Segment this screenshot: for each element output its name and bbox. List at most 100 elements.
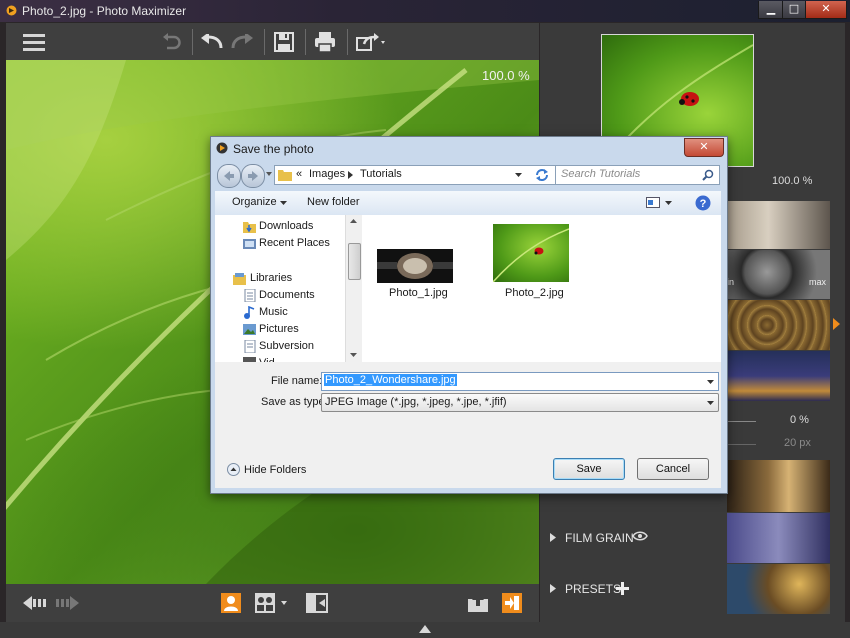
search-icon[interactable] bbox=[702, 169, 714, 181]
tool-thumbnail-camera[interactable] bbox=[727, 513, 830, 563]
redo-icon[interactable] bbox=[228, 23, 256, 60]
recent-locations-icon[interactable] bbox=[266, 172, 272, 176]
breadcrumb-separator-icon[interactable] bbox=[348, 171, 353, 179]
close-button[interactable]: ✕ bbox=[805, 1, 847, 19]
tool-thumbnail-hands[interactable] bbox=[727, 201, 830, 249]
import-icon[interactable] bbox=[465, 584, 491, 621]
file-name-photo-2[interactable]: Photo_2.jpg bbox=[505, 287, 564, 299]
nav-scrollbar[interactable] bbox=[345, 215, 362, 362]
menu-icon[interactable] bbox=[20, 23, 48, 60]
toolbar-separator bbox=[347, 29, 348, 55]
window-title: Photo_2.jpg - Photo Maximizer bbox=[22, 4, 187, 18]
status-strip bbox=[0, 622, 850, 638]
reset-icon[interactable] bbox=[157, 23, 185, 60]
music-icon bbox=[244, 306, 255, 319]
share-icon[interactable] bbox=[353, 23, 389, 60]
radius-slider[interactable] bbox=[728, 444, 756, 445]
nav-item-downloads[interactable]: Downloads bbox=[259, 220, 313, 232]
export-icon[interactable] bbox=[499, 584, 525, 621]
print-icon[interactable] bbox=[311, 23, 339, 60]
save-button[interactable]: Save bbox=[553, 458, 625, 480]
navigator-zoom: 100.0 % bbox=[772, 175, 813, 187]
tool-thumbnail-city[interactable] bbox=[727, 351, 830, 401]
toolbar-separator bbox=[192, 29, 193, 55]
file-thumbnail-photo-2[interactable] bbox=[493, 224, 569, 282]
nav-item-libraries[interactable]: Libraries bbox=[250, 272, 292, 284]
organize-button[interactable]: Organize bbox=[232, 196, 277, 208]
slider-max-label: max bbox=[809, 277, 827, 287]
breadcrumb-tutorials[interactable]: Tutorials bbox=[360, 168, 402, 180]
search-placeholder: Search Tutorials bbox=[561, 168, 641, 180]
breadcrumb-images[interactable]: Images bbox=[309, 168, 345, 180]
amount-slider[interactable] bbox=[728, 421, 756, 422]
expand-up-icon[interactable] bbox=[419, 625, 431, 633]
scroll-thumb[interactable] bbox=[348, 243, 361, 280]
eye-icon[interactable] bbox=[632, 530, 648, 542]
cancel-button[interactable]: Cancel bbox=[637, 458, 709, 480]
new-folder-button[interactable]: New folder bbox=[307, 196, 360, 208]
presets-row[interactable]: PRESETS bbox=[540, 564, 727, 614]
file-pane: Photo_1.jpg Photo_2.jpg bbox=[362, 215, 721, 362]
hide-folders-icon[interactable] bbox=[227, 463, 240, 476]
nav-item-pictures[interactable]: Pictures bbox=[259, 323, 299, 335]
tool-thumbnail-tiger[interactable] bbox=[727, 460, 830, 512]
single-view-icon[interactable] bbox=[219, 584, 243, 621]
bottom-toolbar bbox=[6, 584, 539, 622]
save-type-dropdown-icon[interactable] bbox=[707, 401, 714, 405]
downloads-folder-icon bbox=[243, 222, 256, 233]
film-grain-row[interactable]: FILM GRAIN bbox=[540, 513, 727, 563]
nav-item-recent-places[interactable]: Recent Places bbox=[259, 237, 330, 249]
save-type-label: Save as type: bbox=[261, 396, 328, 408]
refresh-icon[interactable] bbox=[534, 168, 550, 182]
file-name-input[interactable]: Photo_2_Wondershare.jpg bbox=[321, 372, 719, 391]
tool-thumbnail-lamp[interactable] bbox=[727, 564, 830, 614]
compare-view-icon[interactable] bbox=[252, 584, 292, 621]
minimize-button[interactable]: ▁ bbox=[758, 1, 784, 19]
add-preset-icon[interactable] bbox=[616, 582, 629, 595]
view-dropdown-icon[interactable] bbox=[665, 201, 672, 205]
dialog-title: Save the photo bbox=[233, 142, 314, 156]
nav-item-subversion[interactable]: Subversion bbox=[259, 340, 314, 352]
address-dropdown-icon[interactable] bbox=[515, 173, 522, 177]
folder-icon bbox=[278, 170, 292, 181]
search-input[interactable]: Search Tutorials bbox=[555, 165, 720, 185]
dialog-lower-area: File name: Photo_2_Wondershare.jpg Save … bbox=[215, 362, 721, 488]
expand-icon bbox=[550, 533, 556, 542]
forward-button[interactable] bbox=[241, 164, 265, 188]
next-photo-icon[interactable] bbox=[52, 584, 82, 621]
tool-thumbnail-gears[interactable] bbox=[727, 300, 830, 350]
organize-dropdown-icon[interactable] bbox=[280, 201, 287, 205]
view-options-icon[interactable] bbox=[646, 197, 660, 208]
maximize-button[interactable]: □ bbox=[782, 1, 806, 19]
tool-thumbnail-knob[interactable]: in max bbox=[727, 250, 830, 299]
address-bar[interactable]: « Images Tutorials bbox=[274, 165, 556, 185]
file-thumbnail-photo-1[interactable] bbox=[377, 249, 453, 283]
file-name-dropdown-icon[interactable] bbox=[707, 380, 714, 384]
save-type-select[interactable]: JPEG Image (*.jpg, *.jpeg, *.jpe, *.jfif… bbox=[321, 393, 719, 412]
libraries-icon bbox=[233, 273, 246, 285]
toolbar-separator bbox=[264, 29, 265, 55]
panel-arrow-icon[interactable] bbox=[833, 318, 840, 330]
help-icon[interactable]: ? bbox=[695, 195, 711, 211]
scroll-up-icon[interactable] bbox=[350, 219, 357, 223]
expand-icon bbox=[550, 584, 556, 593]
nav-item-documents[interactable]: Documents bbox=[259, 289, 315, 301]
dialog-close-button[interactable]: ✕ bbox=[684, 138, 724, 157]
save-dialog: Save the photo ✕ « Images Tutorials Sear… bbox=[210, 136, 728, 494]
top-toolbar bbox=[6, 23, 539, 60]
previous-photo-icon[interactable] bbox=[20, 584, 50, 621]
app-icon bbox=[6, 5, 17, 16]
toolbar-separator bbox=[305, 29, 306, 55]
svg-text:?: ? bbox=[700, 198, 707, 210]
undo-icon[interactable] bbox=[198, 23, 226, 60]
nav-item-music[interactable]: Music bbox=[259, 306, 288, 318]
scroll-down-icon[interactable] bbox=[350, 353, 357, 357]
file-name-photo-1[interactable]: Photo_1.jpg bbox=[389, 287, 448, 299]
breadcrumb-more[interactable]: « bbox=[296, 168, 302, 180]
film-grain-title: FILM GRAIN bbox=[565, 531, 634, 545]
back-button[interactable] bbox=[217, 164, 241, 188]
save-icon[interactable] bbox=[270, 23, 298, 60]
subversion-icon bbox=[244, 340, 256, 353]
hide-folders-button[interactable]: Hide Folders bbox=[244, 464, 306, 476]
split-view-icon[interactable] bbox=[304, 584, 330, 621]
